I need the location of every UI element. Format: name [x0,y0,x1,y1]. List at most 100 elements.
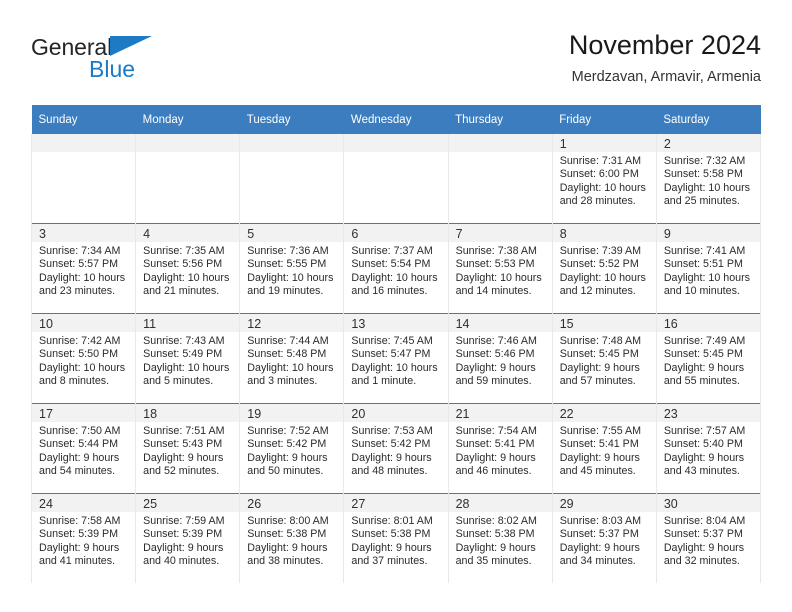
calendar-day-cell[interactable]: 14 Sunrise: 7:46 AM Sunset: 5:46 PM Dayligh… [447,313,553,404]
calendar-day-cell[interactable]: 8 Sunrise: 7:39 AM Sunset: 5:52 PM Daylight… [551,223,657,314]
daylight-text: Daylight: 10 hours [559,181,646,194]
calendar-day-cell[interactable]: 10 Sunrise: 7:42 AM Sunset: 5:50 PM Dayligh… [30,313,137,404]
calendar-day-cell[interactable]: 1 Sunrise: 7:31 AM Sunset: 6:00 PM Daylight… [551,134,657,224]
calendar-week-row: 10 Sunrise: 7:42 AM Sunset: 5:50 PM Dayligh… [30,313,762,404]
calendar-day-cell[interactable]: 12 Sunrise: 7:44 AM Sunset: 5:48 PM Dayligh… [239,313,345,404]
calendar-day-cell[interactable]: 7 Sunrise: 7:38 AM Sunset: 5:53 PM Daylight… [447,223,553,314]
day-number: 29 [552,494,656,512]
daylight-text: Daylight: 10 hours [559,271,646,284]
calendar-day-cell[interactable]: 11 Sunrise: 7:43 AM Sunset: 5:49 PM Dayligh… [135,313,241,404]
title-block: November 2024 Merdzavan, Armavir, Armeni… [569,28,761,88]
day-details: Sunrise: 7:54 AM Sunset: 5:41 PM Daylight:… [449,422,552,479]
calendar-day-cell[interactable]: 21 Sunrise: 7:54 AM Sunset: 5:41 PM Dayligh… [447,403,553,494]
day-number: 9 [656,224,760,242]
day-details: Sunrise: 7:50 AM Sunset: 5:44 PM Daylight:… [32,422,135,479]
daylight-text: Daylight: 10 hours [351,361,438,374]
calendar-day-cell[interactable]: 13 Sunrise: 7:45 AM Sunset: 5:47 PM Dayligh… [343,313,449,404]
sunrise-text: Sunrise: 7:50 AM [39,425,121,437]
day-details: Sunrise: 7:52 AM Sunset: 5:42 PM Daylight:… [240,422,343,479]
calendar-day-cell[interactable]: 3 Sunrise: 7:34 AM Sunset: 5:57 PM Daylight… [30,223,137,314]
sunset-text: Sunset: 5:37 PM [559,528,639,541]
sunset-text: Sunset: 5:41 PM [559,438,639,451]
calendar-day-cell[interactable]: 19 Sunrise: 7:52 AM Sunset: 5:42 PM Dayligh… [239,403,345,494]
calendar-day-cell[interactable]: 27 Sunrise: 8:01 AM Sunset: 5:38 PM Dayligh… [343,493,449,583]
daylight-text: Daylight: 9 hours [143,541,224,554]
sunset-text: Sunset: 5:46 PM [455,348,535,361]
calendar-day-cell[interactable]: 26 Sunrise: 8:00 AM Sunset: 5:38 PM Dayligh… [239,493,345,583]
day-number: 21 [448,404,552,422]
sunset-text: Sunset: 5:40 PM [663,438,743,451]
daylight-text: and 54 minutes. [39,465,116,478]
day-number: 23 [656,404,760,422]
sunrise-text: Sunrise: 7:38 AM [455,245,537,257]
general-blue-logo[interactable]: General Blue [31,34,251,90]
sunset-text: Sunset: 5:47 PM [351,348,431,361]
day-details [240,152,343,155]
daylight-text: and 50 minutes. [247,465,324,478]
calendar-day-cell[interactable]: 15 Sunrise: 7:48 AM Sunset: 5:45 PM Dayligh… [551,313,657,404]
calendar-day-cell[interactable]: 4 Sunrise: 7:35 AM Sunset: 5:56 PM Daylight… [135,223,241,314]
calendar-day-cell[interactable]: 20 Sunrise: 7:53 AM Sunset: 5:42 PM Dayligh… [343,403,449,494]
calendar-day-cell[interactable]: 25 Sunrise: 7:59 AM Sunset: 5:39 PM Dayligh… [135,493,241,583]
daylight-text: and 12 minutes. [559,285,636,298]
day-number: 11 [136,314,240,332]
calendar-day-cell[interactable]: 23 Sunrise: 7:57 AM Sunset: 5:40 PM Dayligh… [655,403,762,494]
daylight-text: Daylight: 9 hours [663,451,745,464]
calendar-day-cell[interactable]: 30 Sunrise: 8:04 AM Sunset: 5:37 PM Dayligh… [655,493,762,583]
sunrise-text: Sunrise: 7:43 AM [143,335,225,347]
daylight-text: and 14 minutes. [455,285,532,298]
day-number: 7 [448,224,552,242]
sunrise-text: Sunrise: 7:32 AM [663,155,746,167]
calendar-day-cell-empty [30,134,137,224]
page-subtitle: Merdzavan, Armavir, Armenia [571,69,761,85]
sunrise-text: Sunrise: 8:02 AM [455,515,537,527]
sunset-text: Sunset: 5:38 PM [247,528,327,541]
day-number: 3 [32,224,136,242]
sunset-text: Sunset: 5:44 PM [39,438,119,451]
calendar-day-cell[interactable]: 24 Sunrise: 7:58 AM Sunset: 5:39 PM Dayligh… [30,493,137,583]
daylight-text: and 35 minutes. [455,555,532,568]
calendar-day-cell-empty [343,134,449,224]
day-number: 30 [656,494,760,512]
day-number [448,134,552,152]
weekday-header: Sunday Monday Tuesday Wednesday Thursday Frid… [31,105,761,134]
sunrise-text: Sunrise: 7:48 AM [559,335,642,347]
calendar-day-cell[interactable]: 18 Sunrise: 7:51 AM Sunset: 5:43 PM Dayligh… [135,403,241,494]
daylight-text: Daylight: 9 hours [39,451,120,464]
daylight-text: and 48 minutes. [351,465,428,478]
page-title: November 2024 [568,30,761,60]
day-number [344,134,448,152]
calendar-day-cell[interactable]: 22 Sunrise: 7:55 AM Sunset: 5:41 PM Dayligh… [551,403,657,494]
calendar-day-cell[interactable]: 28 Sunrise: 8:02 AM Sunset: 5:38 PM Dayligh… [447,493,553,583]
calendar-day-cell[interactable]: 16 Sunrise: 7:49 AM Sunset: 5:45 PM Dayligh… [655,313,762,404]
calendar-day-cell[interactable]: 17 Sunrise: 7:50 AM Sunset: 5:44 PM Dayligh… [30,403,137,494]
sunset-text: Sunset: 5:53 PM [455,258,535,271]
sunset-text: Sunset: 5:56 PM [143,258,223,271]
daylight-text: Daylight: 10 hours [455,271,542,284]
calendar-day-cell[interactable]: 2 Sunrise: 7:32 AM Sunset: 5:58 PM Daylight… [655,134,762,224]
calendar-day-cell[interactable]: 6 Sunrise: 7:37 AM Sunset: 5:54 PM Daylight… [343,223,449,314]
daylight-text: and 3 minutes. [247,375,318,388]
day-number: 24 [32,494,136,512]
sunset-text: Sunset: 5:42 PM [247,438,327,451]
calendar-day-cell[interactable]: 29 Sunrise: 8:03 AM Sunset: 5:37 PM Dayligh… [551,493,657,583]
sunrise-text: Sunrise: 7:59 AM [143,515,225,527]
sunset-text: Sunset: 5:39 PM [39,528,119,541]
weekday-header-monday: Monday [135,105,240,134]
sunrise-text: Sunrise: 7:53 AM [351,425,433,437]
calendar-day-cell[interactable]: 9 Sunrise: 7:41 AM Sunset: 5:51 PM Daylight… [655,223,762,314]
sunset-text: Sunset: 5:50 PM [39,348,119,361]
day-number: 8 [552,224,656,242]
sunrise-text: Sunrise: 7:54 AM [455,425,537,437]
day-details [344,152,447,155]
day-number: 22 [552,404,656,422]
daylight-text: Daylight: 9 hours [559,451,640,464]
sunrise-text: Sunrise: 7:42 AM [39,335,121,347]
daylight-text: Daylight: 10 hours [247,271,334,284]
day-number [240,134,344,152]
daylight-text: Daylight: 9 hours [247,541,328,554]
calendar-day-cell[interactable]: 5 Sunrise: 7:36 AM Sunset: 5:55 PM Daylight… [239,223,345,314]
sunrise-text: Sunrise: 8:00 AM [247,515,329,527]
day-number: 28 [448,494,552,512]
sunset-text: Sunset: 5:38 PM [351,528,431,541]
